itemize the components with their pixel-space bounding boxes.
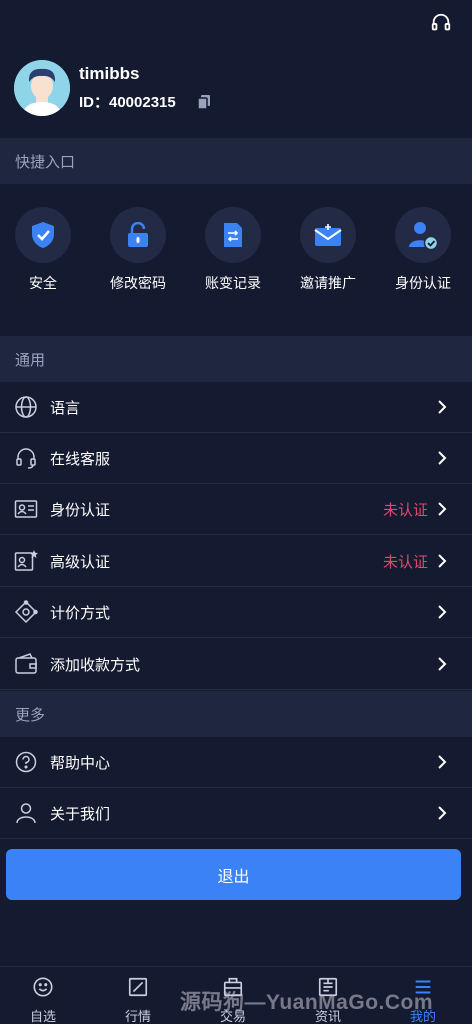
quick-entry-row: 安全 修改密码 账变记录 邀请推广 身份认证	[0, 207, 472, 297]
general-section-header: 通用	[0, 336, 472, 382]
quick-item-invite[interactable]: 邀请推广	[288, 207, 368, 293]
logout-button[interactable]: 退出	[6, 849, 461, 900]
chevron-right-icon	[438, 400, 447, 414]
quick-item-label: 邀请推广	[300, 275, 356, 291]
list-item-language[interactable]: 语言	[0, 382, 472, 433]
id-card-star-icon	[14, 550, 38, 571]
chevron-right-icon	[438, 554, 447, 568]
user-id-row: ID：40002315	[79, 91, 212, 112]
user-verified-icon	[409, 222, 438, 250]
quick-item-label: 身份认证	[395, 275, 451, 291]
list-item-about-us[interactable]: 关于我们	[0, 788, 472, 839]
list-item-label: 计价方式	[50, 604, 111, 622]
quick-item-label: 修改密码	[110, 275, 166, 291]
user-profile: timibbs ID：40002315	[14, 60, 454, 116]
quick-item-label: 账变记录	[205, 275, 261, 291]
tab-favorites[interactable]: 自选	[0, 967, 90, 1024]
list-item-label: 关于我们	[50, 805, 111, 823]
watermark: 源码狗—YuanMaGo.Com	[180, 991, 434, 1014]
quick-item-label: 安全	[29, 275, 57, 291]
invite-mail-icon	[314, 224, 342, 246]
quick-item-identity[interactable]: 身份认证	[383, 207, 463, 293]
chevron-right-icon	[438, 806, 447, 820]
quick-entry-header: 快捷入口	[0, 138, 472, 184]
quick-item-transaction-log[interactable]: 账变记录	[193, 207, 273, 293]
quick-item-change-password[interactable]: 修改密码	[98, 207, 178, 293]
more-section-header: 更多	[0, 691, 472, 737]
chevron-right-icon	[438, 502, 447, 516]
list-item-label: 高级认证	[50, 553, 111, 571]
lock-icon	[128, 222, 148, 247]
chart-icon	[128, 977, 148, 997]
profile-page: timibbs ID：40002315 快捷入口 安全 修改密码 账变记录 邀请…	[0, 0, 472, 1024]
copy-icon[interactable]	[196, 94, 212, 110]
list-item-online-service[interactable]: 在线客服	[0, 433, 472, 484]
list-item-identity-verification[interactable]: 身份认证 未认证	[0, 484, 472, 535]
username: timibbs	[79, 64, 140, 83]
tab-label: 行情	[124, 1009, 151, 1024]
tab-market[interactable]: 行情	[91, 967, 185, 1024]
chevron-right-icon	[438, 657, 447, 671]
quick-item-security[interactable]: 安全	[3, 207, 83, 293]
help-icon	[15, 751, 37, 773]
shield-check-icon	[32, 222, 54, 248]
list-item-label: 帮助中心	[50, 754, 111, 772]
pricing-icon	[14, 600, 38, 624]
chevron-right-icon	[438, 755, 447, 769]
globe-icon	[15, 396, 37, 418]
list-item-label: 语言	[50, 399, 81, 417]
list-item-label: 在线客服	[50, 450, 111, 468]
avatar[interactable]	[14, 60, 70, 116]
id-card-icon	[14, 500, 38, 518]
user-id: ID：40002315	[79, 94, 176, 111]
chevron-right-icon	[438, 605, 447, 619]
list-item-add-payment-method[interactable]: 添加收款方式	[0, 639, 472, 690]
list-item-label: 添加收款方式	[50, 656, 141, 674]
document-icon	[224, 223, 242, 247]
headset-icon[interactable]	[430, 12, 452, 34]
status-badge: 未认证	[382, 553, 428, 571]
tab-label: 自选	[29, 1009, 56, 1024]
list-item-label: 身份认证	[50, 501, 111, 519]
status-badge: 未认证	[382, 501, 428, 519]
list-item-help-center[interactable]: 帮助中心	[0, 737, 472, 788]
wallet-icon	[15, 653, 37, 674]
list-item-pricing-method[interactable]: 计价方式	[0, 587, 472, 638]
list-item-advanced-verification[interactable]: 高级认证 未认证	[0, 536, 472, 587]
chevron-right-icon	[438, 451, 447, 465]
headset-icon	[16, 448, 36, 469]
user-icon	[16, 803, 36, 824]
smiley-icon	[33, 977, 53, 997]
